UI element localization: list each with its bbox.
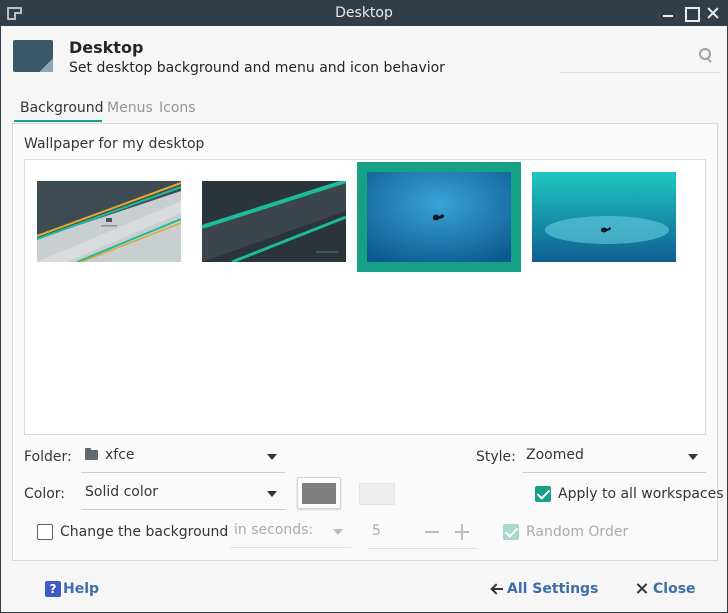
secondary-color-button[interactable] — [359, 483, 395, 505]
wallpaper-thumbnail-4[interactable] — [532, 172, 676, 262]
change-background-checkbox[interactable] — [37, 524, 53, 540]
close-icon — [637, 583, 648, 594]
minus-icon[interactable] — [425, 531, 439, 533]
tab-icons[interactable]: Icons — [159, 100, 196, 116]
arrow-left-icon — [491, 583, 503, 595]
style-select[interactable]: Zoomed — [522, 439, 706, 473]
chevron-down-icon — [267, 454, 277, 460]
wallpaper-thumbnail-3-selected[interactable] — [357, 162, 521, 272]
folder-label: Folder: — [24, 449, 72, 465]
wallpaper-image-1 — [36, 181, 182, 263]
close-window-icon[interactable] — [706, 6, 720, 20]
folder-value: xfce — [105, 447, 135, 463]
color-label: Color: — [24, 486, 66, 502]
color-style-value: Solid color — [85, 484, 159, 500]
wallpaper-thumbnail-2[interactable] — [201, 179, 347, 264]
chevron-down-icon — [333, 529, 343, 535]
wallpaper-grid[interactable] — [24, 159, 706, 435]
search-icon[interactable] — [699, 48, 713, 62]
random-order-label: Random Order — [526, 524, 629, 540]
wallpaper-image-3 — [367, 172, 511, 262]
folder-icon — [85, 448, 98, 460]
title-bar: Desktop — [1, 1, 727, 26]
wallpaper-image-2 — [201, 179, 347, 264]
desktop-icon — [13, 40, 53, 72]
primary-color-button[interactable] — [297, 477, 341, 509]
interval-value: 5 — [372, 523, 381, 539]
help-button[interactable]: Help — [63, 581, 99, 597]
close-button[interactable]: Close — [653, 581, 696, 597]
help-icon[interactable]: ? — [45, 581, 61, 597]
maximize-icon[interactable] — [684, 6, 700, 22]
header-subtitle: Set desktop background and menu and icon… — [69, 60, 445, 76]
change-background-label: Change the background — [60, 524, 229, 540]
wallpaper-image-4 — [532, 172, 676, 262]
tab-background[interactable]: Background — [20, 100, 104, 116]
interval-spinner[interactable]: 5 — [367, 515, 477, 549]
apply-all-workspaces-checkbox[interactable] — [535, 486, 551, 502]
window-title: Desktop — [335, 5, 393, 21]
search-input[interactable] — [559, 72, 721, 73]
wallpaper-label: Wallpaper for my desktop — [24, 136, 205, 152]
tab-menus[interactable]: Menus — [107, 100, 153, 116]
interval-unit-value: in seconds: — [234, 522, 314, 538]
chevron-down-icon — [688, 454, 698, 460]
style-value: Zoomed — [526, 447, 584, 463]
random-order-checkbox[interactable] — [503, 524, 519, 540]
active-tab-indicator — [14, 120, 102, 122]
apply-all-workspaces-label: Apply to all workspaces — [558, 486, 724, 502]
style-label: Style: — [476, 449, 516, 465]
color-style-select[interactable]: Solid color — [81, 476, 285, 510]
header-title: Desktop — [69, 38, 144, 57]
plus-icon[interactable] — [455, 524, 469, 540]
interval-unit-select[interactable]: in seconds: — [230, 514, 351, 548]
chevron-down-icon — [267, 491, 277, 497]
dialog-header: Desktop Set desktop background and menu … — [1, 26, 727, 86]
desktop-settings-window: Desktop Desktop Set desktop background a… — [0, 0, 728, 613]
all-settings-button[interactable]: All Settings — [507, 581, 598, 597]
minimize-icon[interactable] — [661, 6, 675, 20]
wallpaper-thumbnail-1[interactable] — [36, 181, 182, 263]
folder-select[interactable]: xfce — [81, 439, 285, 473]
primary-color-swatch — [302, 483, 336, 504]
